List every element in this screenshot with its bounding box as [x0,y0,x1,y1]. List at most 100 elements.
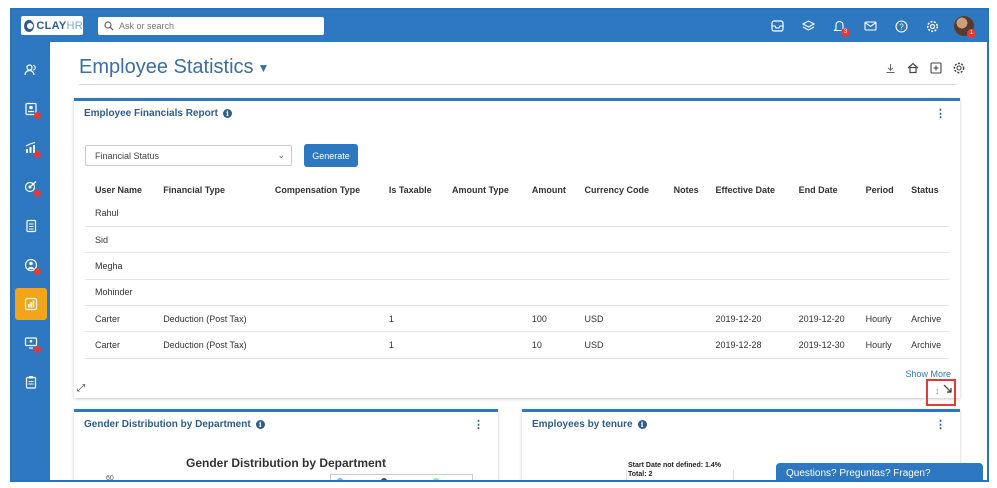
table-cell [442,305,522,333]
bell-icon[interactable]: 3 [824,10,855,42]
table-cell: USD [574,305,664,333]
table-cell: 1 [378,331,442,359]
show-more-link[interactable]: Show More [905,369,951,379]
table-cell: 2019-12-28 [705,331,789,359]
mail-icon[interactable] [855,10,886,42]
help-icon[interactable]: ? [886,10,917,42]
table-cell [788,279,856,307]
table-cell [574,200,664,227]
clipboard-icon [25,376,37,389]
sidebar-item-tasks[interactable] [15,366,47,398]
table-cell: 2019-12-30 [788,331,856,359]
tooltip-box [626,470,734,480]
table-cell: Sid [85,226,154,254]
logo-brand: CLAY [36,19,67,32]
resize-grip-icon: ↕ [935,386,940,396]
column-header: Is Taxable [388,184,432,195]
add-widget-icon[interactable] [930,62,942,74]
info-icon[interactable]: i [255,420,265,429]
column-header: Amount Type [452,184,509,195]
table-cell [855,226,902,254]
sidebar-item-employee-card[interactable] [15,93,47,125]
more-options-icon[interactable]: ⋮ [473,420,484,431]
table-cell: 2019-12-20 [705,305,789,333]
table-cell [378,226,442,254]
sidebar-item-team[interactable] [15,327,47,359]
table-cell [663,252,706,280]
download-icon[interactable] [884,62,896,74]
table-cell [574,226,664,254]
info-icon[interactable]: i [637,420,647,429]
info-icon[interactable]: i [222,109,232,118]
sidebar-item-users[interactable] [15,54,47,86]
title-divider [79,84,957,85]
table-cell [788,226,856,254]
table-cell: Carter [85,305,154,333]
column-header: Currency Code [584,184,650,195]
sidebar-item-reports[interactable] [15,288,47,320]
chat-widget-button[interactable]: Questions? Preguntas? Fragen? [776,463,983,480]
report-type-select[interactable]: Financial Status ⌄ [85,145,292,166]
more-options-icon[interactable]: ⋮ [935,109,946,120]
users-icon [24,64,36,76]
search-placeholder: Ask or search [119,21,175,31]
table-cell [442,252,522,280]
table-cell [705,200,789,227]
table-cell [521,200,575,227]
table-cell [264,279,379,307]
sidebar-item-documents[interactable] [15,210,47,242]
table-cell [153,200,265,227]
resize-handle[interactable]: ↕ [926,379,956,406]
user-avatar[interactable]: 1 [948,10,979,42]
legend-marker [433,478,439,480]
table-cell: Archive [901,305,949,333]
notification-dot [34,151,41,158]
card-title: Employee Financials Report i [84,108,232,119]
documents-icon [26,219,37,233]
sidebar-item-goals[interactable] [15,171,47,203]
table-cell: 10 [521,331,575,359]
table-cell [521,279,575,307]
sidebar-item-performance[interactable] [15,132,47,164]
column-header: Financial Type [163,184,226,195]
clayhr-logo[interactable]: CLAY HR [21,16,83,35]
table-cell [153,226,265,254]
table-cell [663,200,706,227]
gear-icon[interactable] [917,10,948,42]
table-cell [574,252,664,280]
card-title-text: Employee Financials Report [84,108,218,119]
search-input[interactable]: Ask or search [98,17,324,35]
inbox-icon[interactable] [762,10,793,42]
notification-dot [34,112,41,119]
column-header: Period [865,184,894,195]
table-cell: 1 [378,305,442,333]
logo-suffix: HR [66,19,83,32]
table-row: Sid [85,226,949,254]
sidebar-item-profile[interactable] [15,249,47,281]
layers-icon[interactable] [793,10,824,42]
notification-dot [34,346,41,353]
financials-table: User Name Financial Type Compensation Type… [85,179,949,359]
table-cell [378,279,442,307]
more-options-icon[interactable]: ⋮ [935,420,946,431]
settings-icon[interactable] [953,62,965,74]
generate-button[interactable]: Generate [304,144,358,167]
column-header: Notes [673,184,699,195]
table-row: Rahul [85,200,949,227]
home-icon[interactable] [907,62,919,74]
table-cell: Archive [901,331,949,359]
chart-legend [330,474,473,480]
notification-dot [34,190,41,197]
table-row: Mohinder [85,279,949,307]
table-cell [442,226,522,254]
table-cell [378,252,442,280]
table-cell: 100 [521,305,575,333]
table-cell [264,252,379,280]
table-cell [855,200,902,227]
legend-marker [381,478,387,480]
notification-badge: 3 [841,28,850,37]
page-title[interactable]: Employee Statistics ▼ [79,56,269,79]
table-row: Megha [85,252,949,280]
expand-icon[interactable]: ⤢ [77,383,85,394]
card-title: Employees by tenure i [532,419,647,430]
